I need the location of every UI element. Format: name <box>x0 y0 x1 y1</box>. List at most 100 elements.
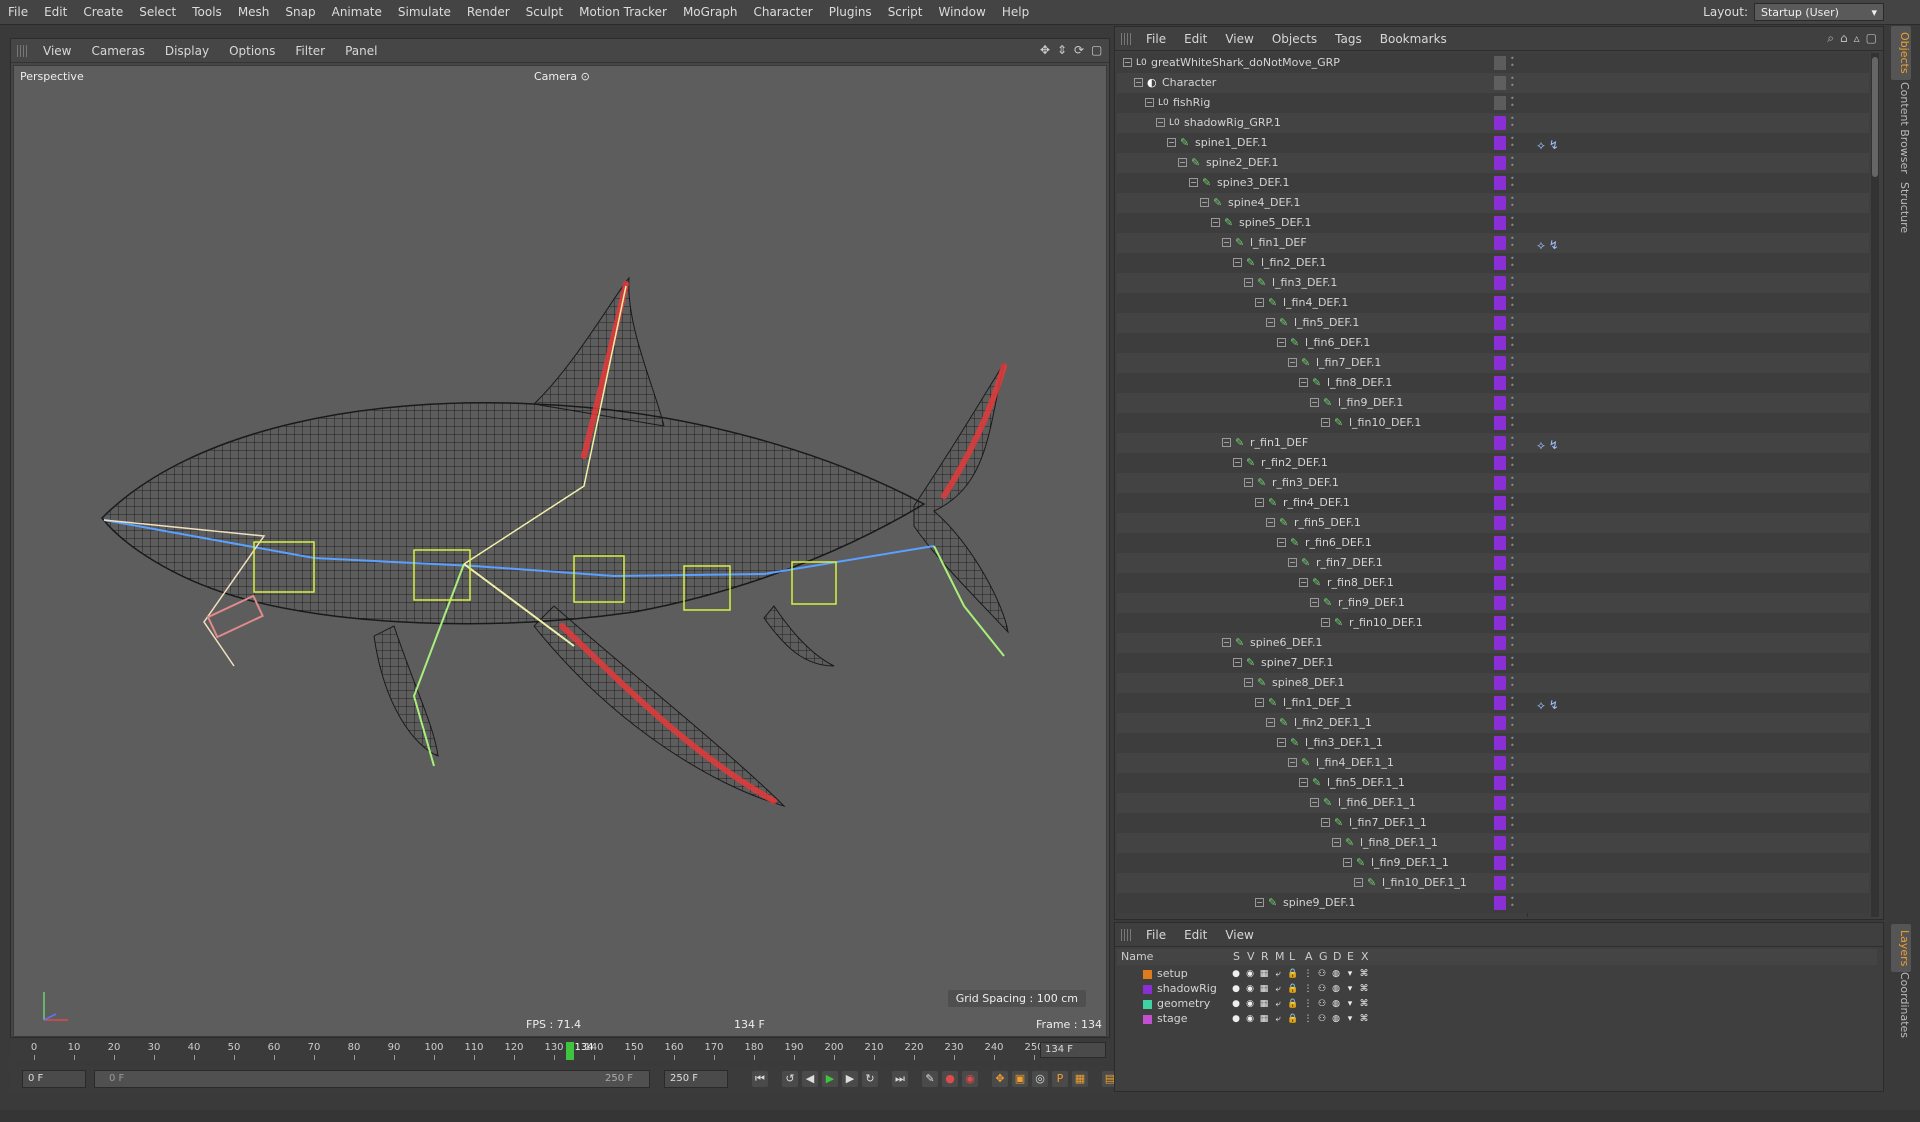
expand-toggle-icon[interactable]: − <box>1288 758 1297 767</box>
visibility-dots-icon[interactable]: • • <box>1510 155 1515 170</box>
visibility-dots-icon[interactable]: • • <box>1510 575 1515 590</box>
expand-toggle-icon[interactable]: − <box>1123 58 1132 67</box>
object-row[interactable]: − ✎ l_fin3_DEF.1 • • <box>1117 273 1869 293</box>
layer-flag-icon[interactable]: ● <box>1231 999 1241 1009</box>
layer-color-swatch[interactable] <box>1494 176 1506 190</box>
timeline-current-frame[interactable]: 134 F <box>1040 1042 1106 1058</box>
viewport-menu-options[interactable]: Options <box>219 44 285 58</box>
lm-menu-edit[interactable]: Edit <box>1175 928 1216 942</box>
menu-create[interactable]: Create <box>75 0 131 25</box>
layer-column-s[interactable]: S <box>1233 950 1240 963</box>
layer-column-l[interactable]: L <box>1289 950 1295 963</box>
object-row[interactable]: − ✎ r_fin9_DEF.1 • • <box>1117 593 1869 613</box>
lm-menu-view[interactable]: View <box>1216 928 1262 942</box>
object-tree-scrollbar[interactable] <box>1871 53 1879 917</box>
toggle-panel-icon[interactable]: ▢ <box>1091 44 1103 56</box>
layer-row[interactable]: geometry ● ◉ ▦ ⤶ 🔒 ⋮ ⚇ ◍ ▾ ⌘ <box>1117 997 1877 1012</box>
object-row[interactable]: − ✎ l_fin5_DEF.1_1 • • <box>1117 773 1869 793</box>
key-position-icon[interactable]: ✥ <box>992 1071 1008 1087</box>
layer-column-x[interactable]: X <box>1361 950 1369 963</box>
menu-file[interactable]: File <box>0 0 36 25</box>
object-row[interactable]: − ✎ l_fin8_DEF.1 • • <box>1117 373 1869 393</box>
layer-color-swatch[interactable] <box>1494 676 1506 690</box>
autokey-icon[interactable]: ◉ <box>962 1071 978 1087</box>
layer-flag-icon[interactable]: ⤶ <box>1273 969 1283 979</box>
visibility-dots-icon[interactable]: • • <box>1510 315 1515 330</box>
layer-flag-icon[interactable]: ▦ <box>1259 999 1269 1009</box>
layer-flag-icon[interactable]: ⌘ <box>1359 1014 1369 1024</box>
layer-color-swatch[interactable] <box>1143 1015 1152 1024</box>
layer-color-swatch[interactable] <box>1494 376 1506 390</box>
expand-toggle-icon[interactable]: − <box>1222 238 1231 247</box>
layer-flag-icon[interactable]: ⚇ <box>1317 999 1327 1009</box>
expand-toggle-icon[interactable]: − <box>1178 158 1187 167</box>
object-row[interactable]: − ✎ r_fin10_DEF.1 • • <box>1117 613 1869 633</box>
expand-toggle-icon[interactable]: − <box>1332 838 1341 847</box>
expand-toggle-icon[interactable]: − <box>1211 218 1220 227</box>
expand-toggle-icon[interactable]: − <box>1222 638 1231 647</box>
object-row[interactable]: − L0 shadowRig_GRP.1 • • <box>1117 113 1869 133</box>
visibility-dots-icon[interactable]: • • <box>1510 135 1515 150</box>
layer-flag-icon[interactable]: ⌘ <box>1359 984 1369 994</box>
layer-flag-icon[interactable]: ⋮ <box>1303 1014 1313 1024</box>
rotate-view-icon[interactable]: ⟳ <box>1074 44 1086 56</box>
expand-toggle-icon[interactable]: − <box>1244 678 1253 687</box>
menu-simulate[interactable]: Simulate <box>390 0 459 25</box>
layer-color-swatch[interactable] <box>1494 576 1506 590</box>
layer-color-swatch[interactable] <box>1494 496 1506 510</box>
layer-color-swatch[interactable] <box>1494 556 1506 570</box>
layer-color-swatch[interactable] <box>1143 970 1152 979</box>
visibility-dots-icon[interactable]: • • <box>1510 115 1515 130</box>
visibility-dots-icon[interactable]: • • <box>1510 755 1515 770</box>
menu-mograph[interactable]: MoGraph <box>675 0 746 25</box>
visibility-dots-icon[interactable]: • • <box>1510 175 1515 190</box>
lm-menu-file[interactable]: File <box>1137 928 1175 942</box>
3d-viewport[interactable]: Perspective Camera ⊙ Grid Spacing: 100 … <box>13 65 1107 1037</box>
object-row[interactable]: − ✎ l_fin2_DEF.1 • • <box>1117 253 1869 273</box>
expand-toggle-icon[interactable]: − <box>1244 478 1253 487</box>
expand-toggle-icon[interactable]: − <box>1321 618 1330 627</box>
visibility-dots-icon[interactable]: • • <box>1510 375 1515 390</box>
layer-color-swatch[interactable] <box>1494 876 1506 890</box>
layer-color-swatch[interactable] <box>1494 536 1506 550</box>
expand-toggle-icon[interactable]: − <box>1343 858 1352 867</box>
layer-flag-icon[interactable]: ⤶ <box>1273 999 1283 1009</box>
move-view-icon[interactable]: ✥ <box>1040 44 1052 56</box>
om-menu-objects[interactable]: Objects <box>1263 32 1326 46</box>
key-scale-icon[interactable]: ▣ <box>1012 1071 1028 1087</box>
layer-column-g[interactable]: G <box>1319 950 1328 963</box>
layer-color-swatch[interactable] <box>1494 416 1506 430</box>
visibility-dots-icon[interactable]: • • <box>1510 255 1515 270</box>
side-tab-content-browser[interactable]: Content Browser <box>1891 76 1911 180</box>
object-row[interactable]: − ✎ spine6_DEF.1 • • <box>1117 633 1869 653</box>
visibility-dots-icon[interactable]: • • <box>1510 655 1515 670</box>
layer-color-swatch[interactable] <box>1494 56 1506 70</box>
visibility-dots-icon[interactable]: • • <box>1510 475 1515 490</box>
object-row[interactable]: − ✎ l_fin6_DEF.1 • • <box>1117 333 1869 353</box>
layer-color-swatch[interactable] <box>1494 216 1506 230</box>
visibility-dots-icon[interactable]: • • <box>1510 455 1515 470</box>
object-row[interactable]: − ✎ spine9_DEF.1 • • <box>1117 893 1869 913</box>
visibility-dots-icon[interactable]: • • <box>1510 495 1515 510</box>
menu-animate[interactable]: Animate <box>324 0 390 25</box>
side-tab-structure[interactable]: Structure <box>1891 176 1911 239</box>
expand-toggle-icon[interactable]: − <box>1244 278 1253 287</box>
object-row[interactable]: − ✎ r_fin1_DEF • • ⟡ ↯ <box>1117 433 1869 453</box>
visibility-dots-icon[interactable]: • • <box>1510 215 1515 230</box>
visibility-dots-icon[interactable]: • • <box>1510 615 1515 630</box>
layer-color-swatch[interactable] <box>1494 476 1506 490</box>
visibility-dots-icon[interactable]: • • <box>1510 335 1515 350</box>
key-pla-icon[interactable]: ▦ <box>1072 1071 1088 1087</box>
visibility-dots-icon[interactable]: • • <box>1510 815 1515 830</box>
panel-grip-icon[interactable] <box>1121 33 1133 45</box>
object-row[interactable]: − ✎ r_fin3_DEF.1 • • <box>1117 473 1869 493</box>
object-row[interactable]: − ✎ spine2_DEF.1 • • <box>1117 153 1869 173</box>
layer-color-swatch[interactable] <box>1143 1000 1152 1009</box>
expand-toggle-icon[interactable]: − <box>1299 578 1308 587</box>
visibility-dots-icon[interactable]: • • <box>1510 635 1515 650</box>
visibility-dots-icon[interactable]: • • <box>1510 875 1515 890</box>
menu-help[interactable]: Help <box>994 0 1037 25</box>
layer-flag-icon[interactable]: ● <box>1231 984 1241 994</box>
expand-toggle-icon[interactable]: − <box>1266 518 1275 527</box>
layer-flag-icon[interactable]: ⌘ <box>1359 969 1369 979</box>
